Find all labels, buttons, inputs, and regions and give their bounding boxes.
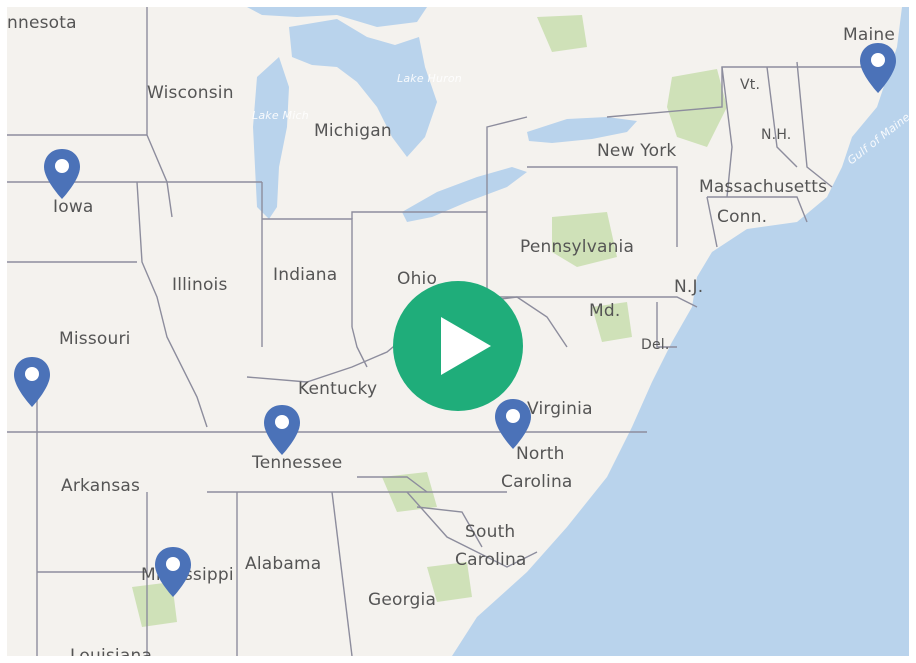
label-alabama: Alabama bbox=[245, 554, 322, 574]
label-lake-michigan: Lake Mich bbox=[252, 109, 309, 122]
label-south-carolina-line2: Carolina bbox=[455, 550, 527, 570]
label-new-hampshire: N.H. bbox=[761, 127, 792, 143]
play-icon bbox=[441, 317, 491, 375]
label-maryland: Md. bbox=[589, 301, 621, 321]
lake-ontario bbox=[527, 117, 637, 143]
label-delaware: Del. bbox=[641, 337, 670, 353]
play-button[interactable] bbox=[393, 281, 523, 411]
label-new-jersey: N.J. bbox=[674, 277, 704, 297]
label-minnesota: nnesota bbox=[7, 13, 77, 33]
label-louisiana: Louisiana bbox=[70, 646, 153, 656]
label-pennsylvania: Pennsylvania bbox=[520, 237, 635, 257]
label-illinois: Illinois bbox=[172, 275, 228, 295]
label-vermont: Vt. bbox=[740, 77, 761, 93]
missouri-pin-icon[interactable] bbox=[12, 355, 52, 409]
label-georgia: Georgia bbox=[368, 590, 437, 610]
label-north-carolina-line2: Carolina bbox=[501, 472, 573, 492]
label-connecticut: Conn. bbox=[717, 207, 768, 227]
lake-michigan bbox=[253, 57, 289, 219]
label-kentucky: Kentucky bbox=[298, 379, 378, 399]
label-missouri: Missouri bbox=[59, 329, 131, 349]
label-massachusetts: Massachusetts bbox=[699, 177, 828, 197]
map-viewport[interactable]: nnesota Wisconsin Michigan Lake Mich Lak… bbox=[7, 7, 909, 656]
lake-erie bbox=[402, 167, 527, 222]
tennessee-pin-icon[interactable] bbox=[262, 403, 302, 457]
label-wisconsin: Wisconsin bbox=[147, 83, 234, 103]
label-arkansas: Arkansas bbox=[61, 476, 141, 496]
label-michigan: Michigan bbox=[314, 121, 392, 141]
label-virginia: Virginia bbox=[527, 399, 593, 419]
mississippi-pin-icon[interactable] bbox=[153, 545, 193, 599]
label-new-york: New York bbox=[597, 141, 677, 161]
label-south-carolina-line1: South bbox=[465, 522, 516, 542]
label-indiana: Indiana bbox=[273, 265, 338, 285]
iowa-pin-icon[interactable] bbox=[42, 147, 82, 201]
maine-pin-icon[interactable] bbox=[858, 41, 898, 95]
label-lake-huron: Lake Huron bbox=[397, 72, 462, 85]
